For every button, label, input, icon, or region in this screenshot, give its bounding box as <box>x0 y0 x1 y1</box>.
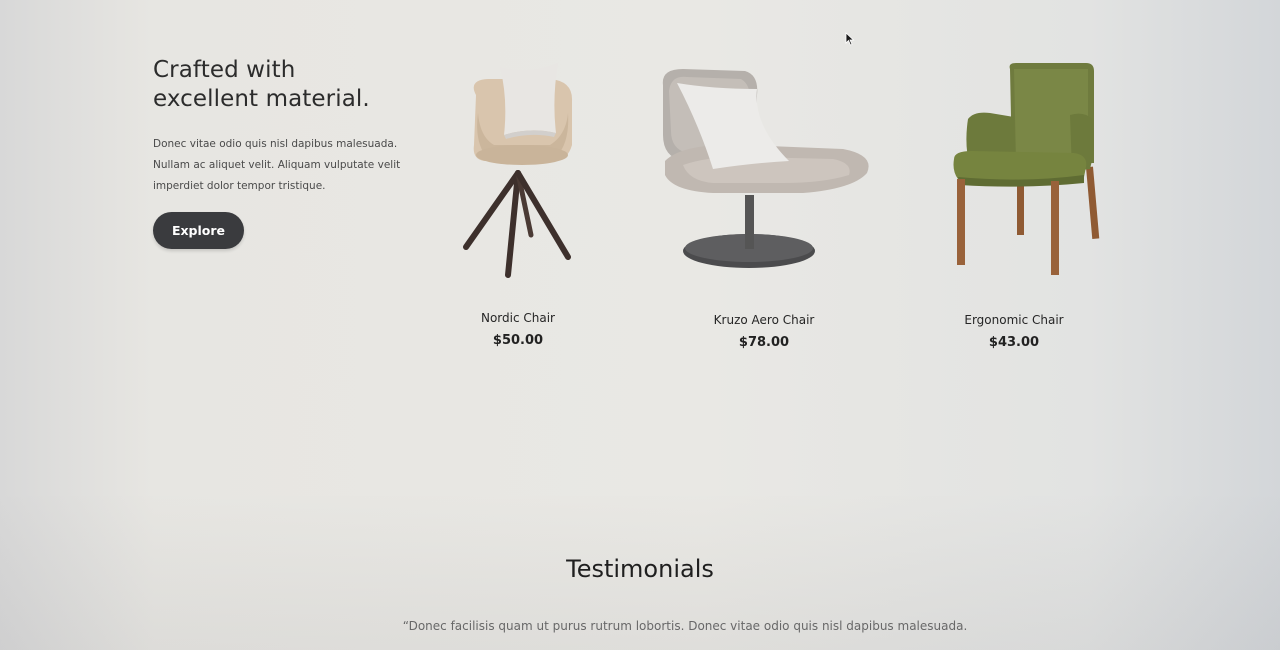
ergonomic-chair-image <box>953 63 1100 275</box>
hero-description-line3: imperdiet dolor tempor tristique. <box>153 180 326 192</box>
hero-title-line1: Crafted with <box>153 57 296 83</box>
hero-description-line2: Nullam ac aliquet velit. Aliquam vulputa… <box>153 159 401 171</box>
testimonial-quote: “Donec facilisis quam ut purus rutrum lo… <box>402 619 968 633</box>
hero-title-line2: excellent material. <box>153 86 370 112</box>
product-card-kruzo-aero-chair[interactable]: Kruzo Aero Chair $78.00 <box>653 65 875 350</box>
product-card-nordic-chair[interactable]: Nordic Chair $50.00 <box>418 55 618 348</box>
page: Crafted with excellent material. Donec v… <box>0 0 1280 650</box>
product-name: Kruzo Aero Chair <box>713 313 815 327</box>
product-name: Nordic Chair <box>480 311 555 325</box>
hero-description: Donec vitae odio quis nisl dapibus males… <box>153 134 403 197</box>
mouse-cursor-icon <box>845 32 855 46</box>
testimonials-title: Testimonials <box>566 555 714 583</box>
product-price: $78.00 <box>738 335 790 350</box>
explore-button[interactable]: Explore <box>153 212 244 249</box>
hero-title: Crafted with excellent material. <box>153 56 403 114</box>
hero-description-line1: Donec vitae odio quis nisl dapibus males… <box>153 138 398 150</box>
product-price: $43.00 <box>988 335 1040 350</box>
product-price: $50.00 <box>492 333 544 348</box>
hero-section: Crafted with excellent material. Donec v… <box>153 56 403 197</box>
product-name: Ergonomic Chair <box>964 313 1064 327</box>
kruzo-aero-chair-image <box>662 69 869 268</box>
product-card-ergonomic-chair[interactable]: Ergonomic Chair $43.00 <box>914 55 1114 350</box>
nordic-chair-image <box>463 63 573 278</box>
